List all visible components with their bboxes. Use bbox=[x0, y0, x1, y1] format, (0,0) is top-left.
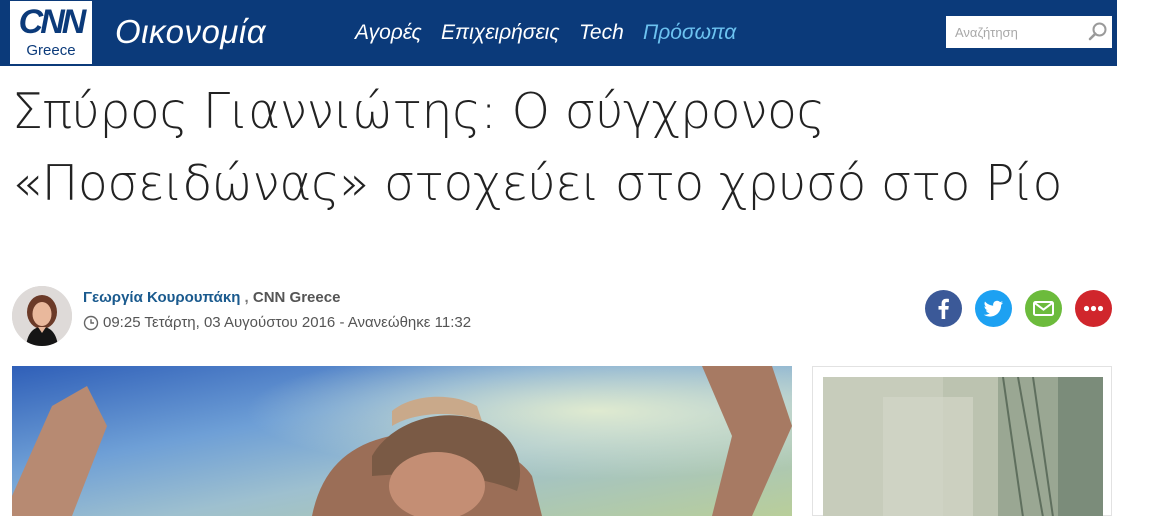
author-avatar[interactable] bbox=[12, 286, 72, 346]
publish-date-line: 09:25 Τετάρτη, 03 Αυγούστου 2016 - Ανανε… bbox=[83, 314, 471, 331]
section-title[interactable]: Οικονομία bbox=[115, 13, 266, 51]
nav-item-epixeiriseis[interactable]: Επιχειρήσεις bbox=[441, 21, 560, 45]
sidebar-image[interactable] bbox=[823, 377, 1103, 516]
search-icon[interactable] bbox=[1087, 21, 1109, 43]
twitter-icon bbox=[975, 290, 1012, 327]
article-headline: Σπύρος Γιαννιώτης: Ο σύγχρονος «Ποσειδών… bbox=[12, 83, 1063, 212]
email-icon bbox=[1025, 290, 1062, 327]
facebook-icon bbox=[925, 290, 962, 327]
cnn-greece-logo[interactable]: CNN Greece bbox=[10, 1, 92, 64]
more-icon bbox=[1075, 290, 1112, 327]
outlet-name: CNN Greece bbox=[252, 289, 341, 306]
search-box bbox=[946, 16, 1112, 48]
logo-text: CNN bbox=[18, 3, 87, 41]
nav-item-tech[interactable]: Tech bbox=[579, 21, 624, 45]
email-share-button[interactable] bbox=[1025, 290, 1062, 327]
twitter-share-button[interactable] bbox=[975, 290, 1012, 327]
clock-icon bbox=[83, 315, 99, 331]
author-line: Γεωργία Κουρουπάκη , CNN Greece bbox=[83, 289, 340, 306]
facebook-share-button[interactable] bbox=[925, 290, 962, 327]
site-header: CNN Greece Οικονομία Αγορές Επιχειρήσεις… bbox=[0, 0, 1117, 66]
nav-item-prosopa[interactable]: Πρόσωπα bbox=[643, 21, 736, 45]
sidebar-ad-box bbox=[812, 366, 1112, 516]
search-input[interactable] bbox=[946, 16, 1086, 48]
article-hero-image[interactable] bbox=[12, 366, 792, 516]
author-separator: , bbox=[244, 289, 249, 306]
publish-date: 09:25 Τετάρτη, 03 Αυγούστου 2016 - Ανανε… bbox=[103, 314, 472, 331]
logo-subtext: Greece bbox=[26, 42, 76, 59]
more-share-button[interactable] bbox=[1075, 290, 1112, 327]
author-name-link[interactable]: Γεωργία Κουρουπάκη bbox=[83, 289, 240, 306]
nav-item-agores[interactable]: Αγορές bbox=[355, 21, 422, 45]
